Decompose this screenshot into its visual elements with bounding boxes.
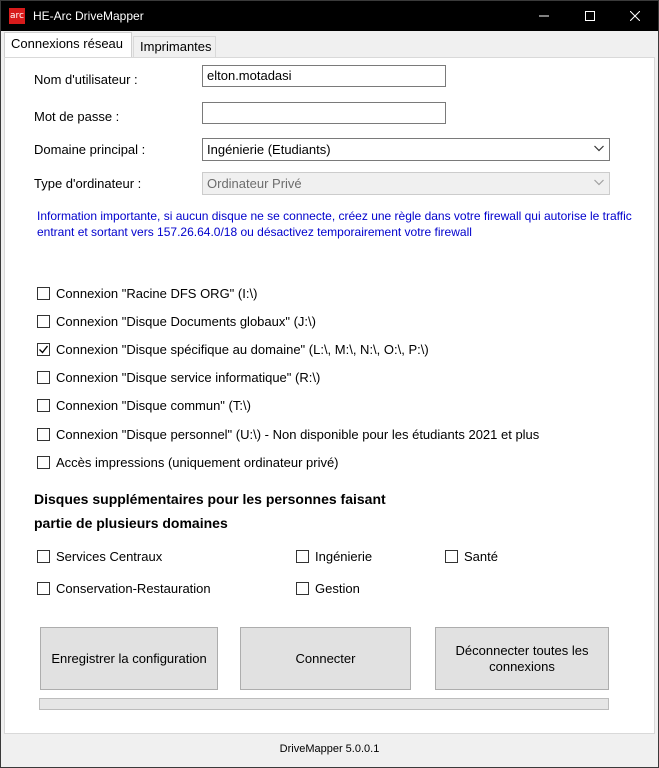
checkbox[interactable] [37, 371, 50, 384]
extra-drives-heading-line2: partie de plusieurs domaines [34, 515, 228, 531]
checkbox-label: Connexion "Disque personnel" (U:\) - Non… [56, 427, 540, 442]
close-button[interactable] [612, 1, 658, 31]
checkbox[interactable] [37, 399, 50, 412]
checkbox[interactable] [37, 550, 50, 563]
drive-checkbox[interactable]: Accès impressions (uniquement ordinateur… [37, 455, 339, 470]
drive-checkbox[interactable]: Connexion "Disque spécifique au domaine"… [37, 342, 429, 357]
checkbox-label: Connexion "Disque spécifique au domaine"… [56, 342, 429, 357]
tab-imprimantes[interactable]: Imprimantes [133, 36, 216, 57]
save-config-button[interactable]: Enregistrer la configuration [40, 627, 218, 690]
computer-type-select[interactable]: Ordinateur Privé [202, 172, 610, 195]
firewall-info-text: Information importante, si aucun disque … [37, 209, 632, 239]
checkbox[interactable] [37, 582, 50, 595]
password-input[interactable] [202, 102, 446, 124]
drive-checkbox[interactable]: Connexion "Disque Documents globaux" (J:… [37, 314, 316, 329]
computer-type-select-value: Ordinateur Privé [207, 176, 302, 191]
checkbox[interactable] [37, 287, 50, 300]
drive-checkbox[interactable]: Connexion "Racine DFS ORG" (I:\) [37, 286, 257, 301]
checkbox[interactable] [37, 315, 50, 328]
app-logo-icon: arc [9, 8, 25, 24]
minimize-button[interactable] [521, 1, 567, 31]
chevron-down-icon [594, 145, 604, 152]
domain-checkbox[interactable]: Conservation-Restauration [37, 581, 211, 596]
checkbox[interactable] [296, 550, 309, 563]
checkbox-label: Santé [464, 549, 498, 564]
checkbox[interactable] [37, 456, 50, 469]
checkbox-label: Services Centraux [56, 549, 163, 564]
checkbox-label: Conservation-Restauration [56, 581, 211, 596]
tab-strip: Connexions réseau Imprimantes [4, 32, 654, 58]
tab-panel-connexions: Nom d'utilisateur : elton.motadasi Mot d… [4, 57, 655, 734]
extra-drives-heading-line1: Disques supplémentaires pour les personn… [34, 491, 386, 507]
connect-button[interactable]: Connecter [240, 627, 411, 690]
drive-checkbox[interactable]: Connexion "Disque personnel" (U:\) - Non… [37, 427, 539, 442]
checkmark-icon [39, 345, 49, 354]
maximize-icon [585, 11, 595, 21]
drive-checkbox[interactable]: Connexion "Disque service informatique" … [37, 370, 320, 385]
drive-checkbox[interactable]: Connexion "Disque commun" (T:\) [37, 398, 251, 413]
checkbox-label: Connexion "Disque Documents globaux" (J:… [56, 314, 316, 329]
maximize-button[interactable] [567, 1, 613, 31]
checkbox[interactable] [445, 550, 458, 563]
domain-checkbox[interactable]: Gestion [296, 581, 360, 596]
window-title: HE-Arc DriveMapper [33, 9, 144, 23]
chevron-down-icon [594, 179, 604, 186]
checkbox-label: Connexion "Racine DFS ORG" (I:\) [56, 286, 258, 301]
domain-label: Domaine principal : [34, 142, 146, 157]
checkbox[interactable] [37, 343, 50, 356]
checkbox[interactable] [37, 428, 50, 441]
domain-select-value: Ingénierie (Etudiants) [207, 142, 331, 157]
version-status: DriveMapper 5.0.0.1 [279, 743, 380, 755]
domain-checkbox[interactable]: Ingénierie [296, 549, 372, 564]
checkbox-label: Accès impressions (uniquement ordinateur… [56, 455, 339, 470]
checkbox[interactable] [296, 582, 309, 595]
username-label: Nom d'utilisateur : [34, 72, 138, 87]
checkbox-label: Connexion "Disque service informatique" … [56, 370, 321, 385]
checkbox-label: Gestion [315, 581, 360, 596]
disconnect-all-button[interactable]: Déconnecter toutes les connexions [435, 627, 609, 690]
password-label: Mot de passe : [34, 109, 120, 124]
domain-checkbox[interactable]: Santé [445, 549, 498, 564]
app-window: arc HE-Arc DriveMapper Connexions réseau… [0, 0, 659, 768]
computer-type-label: Type d'ordinateur : [34, 176, 142, 191]
tab-connexions-reseau[interactable]: Connexions réseau [4, 32, 132, 57]
domain-checkbox[interactable]: Services Centraux [37, 549, 162, 564]
domain-select[interactable]: Ingénierie (Etudiants) [202, 138, 610, 161]
checkbox-label: Ingénierie [315, 549, 373, 564]
close-icon [630, 11, 640, 21]
username-input[interactable]: elton.motadasi [202, 65, 446, 87]
minimize-icon [539, 15, 549, 17]
title-bar[interactable]: arc HE-Arc DriveMapper [1, 1, 658, 31]
progress-bar [39, 698, 609, 710]
checkbox-label: Connexion "Disque commun" (T:\) [56, 398, 251, 413]
